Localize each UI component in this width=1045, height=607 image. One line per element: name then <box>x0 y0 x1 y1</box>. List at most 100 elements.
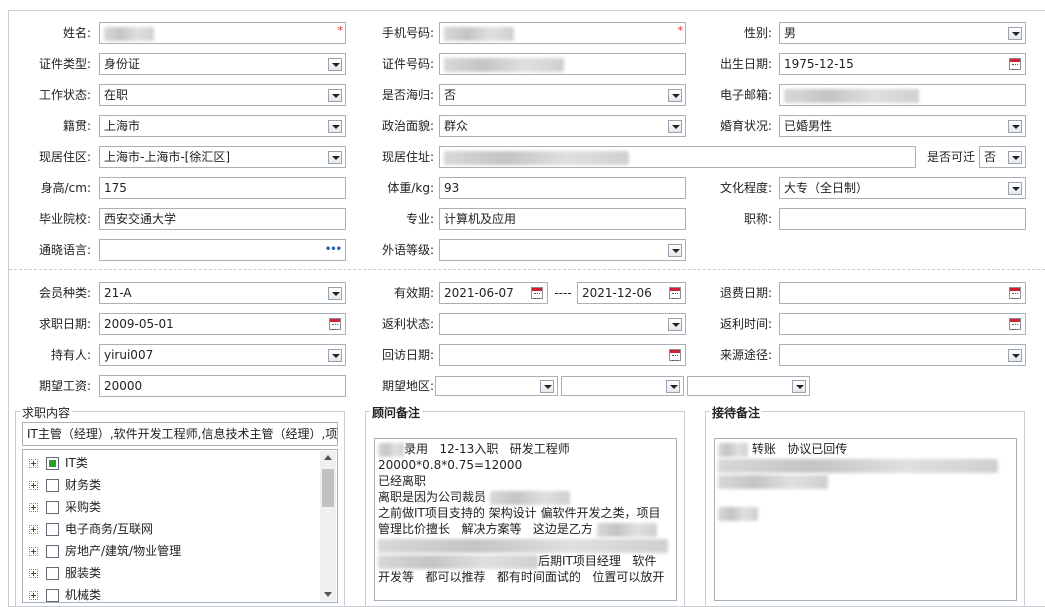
expand-icon[interactable] <box>29 524 38 534</box>
expand-icon[interactable] <box>29 458 38 468</box>
checkbox[interactable] <box>46 566 59 580</box>
refund-date-input[interactable] <box>779 282 1026 304</box>
salary-input[interactable]: 20000 <box>99 375 346 397</box>
checkbox[interactable] <box>46 544 59 558</box>
revisit-date-input[interactable] <box>439 344 686 366</box>
native-select[interactable]: 上海市 <box>99 115 346 137</box>
major-input[interactable]: 计算机及应用 <box>439 208 686 230</box>
residence-select[interactable]: 上海市-上海市-[徐汇区] <box>99 146 346 168</box>
chevron-down-icon[interactable] <box>540 380 554 393</box>
chevron-down-icon[interactable] <box>328 151 342 164</box>
checkbox[interactable] <box>46 588 59 602</box>
tree-item[interactable]: 财务类 <box>27 474 319 496</box>
gender-select[interactable]: 男 <box>779 22 1026 44</box>
calendar-icon[interactable] <box>1009 58 1021 70</box>
name-label: 姓名: <box>62 26 91 40</box>
overseas-select[interactable]: 否 <box>439 84 686 106</box>
member-type-select[interactable]: 21-A <box>99 282 346 304</box>
chevron-down-icon[interactable] <box>666 380 680 393</box>
tree-item[interactable]: 机械类 <box>27 584 319 602</box>
gender-label: 性别: <box>743 26 772 40</box>
email-input[interactable] <box>779 84 1026 106</box>
chevron-down-icon[interactable] <box>792 380 806 393</box>
tree-item[interactable]: 采购类 <box>27 496 319 518</box>
idno-input[interactable] <box>439 53 686 75</box>
rebate-time-input[interactable] <box>779 313 1026 335</box>
chevron-down-icon[interactable] <box>1008 27 1022 40</box>
checkbox[interactable] <box>46 522 59 536</box>
rebate-status-select[interactable] <box>439 313 686 335</box>
valid-from-input[interactable]: 2021-06-07 <box>439 282 548 304</box>
tree-item[interactable]: 电子商务/互联网 <box>27 518 319 540</box>
checkbox[interactable] <box>46 478 59 492</box>
tree-scrollbar[interactable] <box>320 451 336 601</box>
chevron-down-icon[interactable] <box>328 58 342 71</box>
chevron-down-icon[interactable] <box>668 120 682 133</box>
relocate-value: 否 <box>984 150 997 164</box>
school-input[interactable]: 西安交通大学 <box>99 208 346 230</box>
blurred-text <box>489 490 570 505</box>
tree-item[interactable]: 房地产/建筑/物业管理 <box>27 540 319 562</box>
source-select[interactable] <box>779 344 1026 366</box>
relocate-select[interactable]: 否 <box>979 146 1026 168</box>
calendar-icon[interactable] <box>329 318 341 330</box>
more-icon[interactable]: ••• <box>325 240 342 260</box>
expand-icon[interactable] <box>29 502 38 512</box>
rebate-time-label: 返利时间: <box>719 317 772 331</box>
checkbox[interactable] <box>46 500 59 514</box>
chevron-down-icon[interactable] <box>1008 151 1022 164</box>
chevron-down-icon[interactable] <box>1008 120 1022 133</box>
chevron-down-icon[interactable] <box>1008 182 1022 195</box>
name-input[interactable]: * <box>99 22 346 44</box>
scroll-up-icon[interactable] <box>324 455 332 460</box>
valid-to-input[interactable]: 2021-12-06 <box>577 282 686 304</box>
scroll-down-icon[interactable] <box>324 592 332 597</box>
address-input[interactable] <box>439 146 916 168</box>
foreign-select[interactable] <box>439 239 686 261</box>
expand-icon[interactable] <box>29 546 38 556</box>
checkbox[interactable] <box>46 456 59 470</box>
apply-date-input[interactable]: 2009-05-01 <box>99 313 346 335</box>
chevron-down-icon[interactable] <box>668 89 682 102</box>
job-summary-input[interactable]: IT主管（经理）,软件开发工程师,信息技术主管（经理）,项 <box>22 422 338 446</box>
birth-date-input[interactable]: 1975-12-15 <box>779 53 1026 75</box>
political-select[interactable]: 群众 <box>439 115 686 137</box>
calendar-icon[interactable] <box>669 349 681 361</box>
calendar-icon[interactable] <box>531 287 543 299</box>
chevron-down-icon[interactable] <box>328 349 342 362</box>
expand-icon[interactable] <box>29 568 38 578</box>
consultant-notes-textarea[interactable]: 录用 12-13入职 研发工程师 20000*0.8*0.75=12000 已经离职… <box>374 438 677 601</box>
chevron-down-icon[interactable] <box>328 120 342 133</box>
calendar-icon[interactable] <box>1009 287 1021 299</box>
birth-value: 1975-12-15 <box>784 57 854 71</box>
phone-input[interactable]: * <box>439 22 686 44</box>
expand-icon[interactable] <box>29 590 38 600</box>
calendar-icon[interactable] <box>669 287 681 299</box>
title-input[interactable] <box>779 208 1026 230</box>
tree-item[interactable]: IT类 <box>27 452 319 474</box>
chevron-down-icon[interactable] <box>668 318 682 331</box>
title-label: 职称: <box>743 212 772 226</box>
height-input[interactable]: 175 <box>99 177 346 199</box>
workstatus-select[interactable]: 在职 <box>99 84 346 106</box>
chevron-down-icon[interactable] <box>668 244 682 257</box>
reception-notes-textarea[interactable]: 转账 协议已回传 <box>714 438 1017 601</box>
language-input[interactable]: ••• <box>99 239 346 261</box>
idtype-select[interactable]: 身份证 <box>99 53 346 75</box>
chevron-down-icon[interactable] <box>1008 349 1022 362</box>
region-province-select[interactable] <box>435 376 558 396</box>
education-select[interactable]: 大专（全日制） <box>779 177 1026 199</box>
holder-select[interactable]: yirui007 <box>99 344 346 366</box>
region-district-select[interactable] <box>687 376 810 396</box>
chevron-down-icon[interactable] <box>328 287 342 300</box>
consultant-notes-group: 顾问备注 录用 12-13入职 研发工程师 20000*0.8*0.75=1200… <box>365 404 685 607</box>
scroll-thumb[interactable] <box>322 469 334 507</box>
marital-select[interactable]: 已婚男性 <box>779 115 1026 137</box>
chevron-down-icon[interactable] <box>328 89 342 102</box>
weight-input[interactable]: 93 <box>439 177 686 199</box>
calendar-icon[interactable] <box>1009 318 1021 330</box>
tree-item[interactable]: 服装类 <box>27 562 319 584</box>
region-city-select[interactable] <box>561 376 684 396</box>
job-category-tree[interactable]: IT类 财务类 采购类 电子商务/互联网 房地产/建筑/物业管理 服装类 机械类 <box>22 449 338 603</box>
expand-icon[interactable] <box>29 480 38 490</box>
